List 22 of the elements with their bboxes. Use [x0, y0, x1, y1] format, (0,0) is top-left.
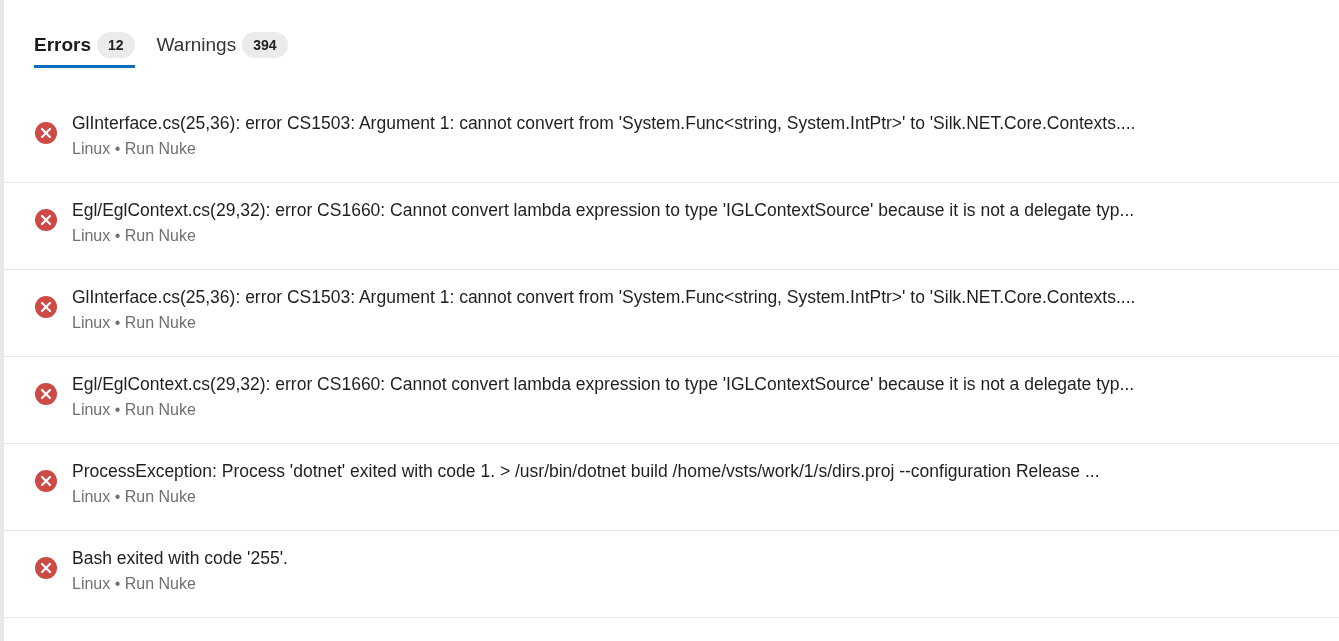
tab[interactable]: Warnings 394: [156, 24, 288, 68]
issue-message: Egl/EglContext.cs(29,32): error CS1660: Cannot convert lambda expression to type 'IGLContextSource' because it is not a delegate typ...: [72, 199, 1135, 222]
error-icon: [34, 295, 58, 319]
issue-source: Linux • Run Nuke: [72, 313, 197, 333]
error-icon: [34, 556, 58, 580]
count-badge: 394: [242, 31, 288, 58]
error-icon: [34, 382, 58, 406]
error-icon: [34, 121, 58, 145]
issue-message: GlInterface.cs(25,36): error CS1503: Argument 1: cannot convert from 'System.Func<string, System.IntPtr>' to 'Silk.NET.Core.Contexts....: [72, 112, 1136, 135]
error-icon: [34, 208, 58, 232]
issue-source: Linux • Run Nuke: [72, 226, 197, 246]
issue-source: Linux • Run Nuke: [72, 574, 197, 594]
issue-source: Linux • Run Nuke: [72, 487, 197, 507]
issue-message: ProcessException: Process 'dotnet' exited with code 1. > /usr/bin/dotnet build /home/vsts/work/1/s/dirs.proj --configuration Release ...: [72, 460, 1100, 483]
issue-source: Linux • Run Nuke: [72, 139, 197, 159]
tab[interactable]: Errors 12: [34, 24, 135, 68]
issue-message: GlInterface.cs(25,36): error CS1503: Argument 1: cannot convert from 'System.Func<string, System.IntPtr>' to 'Silk.NET.Core.Contexts....: [72, 286, 1136, 309]
issue-message: Egl/EglContext.cs(29,32): error CS1660: Cannot convert lambda expression to type 'IGLContextSource' because it is not a delegate typ...: [72, 373, 1135, 396]
error-icon: [34, 469, 58, 493]
issue-source: Linux • Run Nuke: [72, 400, 197, 420]
issue-message: Bash exited with code '255'.: [72, 547, 288, 570]
count-badge: 12: [97, 31, 135, 58]
